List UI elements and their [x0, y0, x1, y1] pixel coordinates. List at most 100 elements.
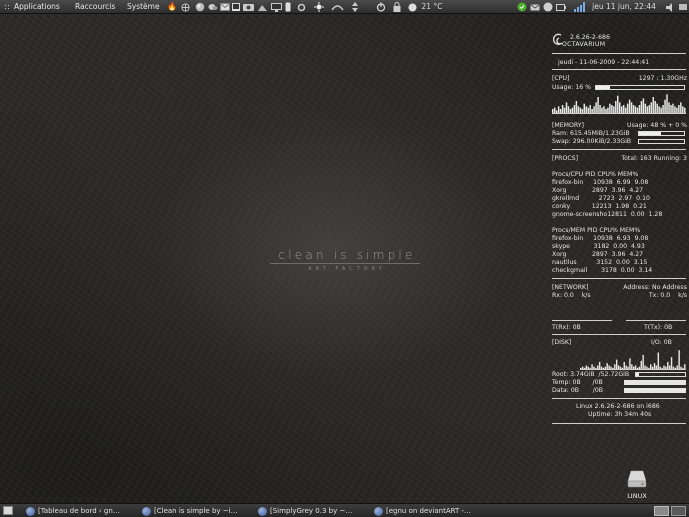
wallpaper-subtitle: ART FACTORY: [308, 266, 386, 272]
graph-bar: [634, 365, 637, 369]
procs-mem-row: nautilus 3152 0.00 3.15: [552, 259, 648, 266]
graph-bar: [632, 105, 635, 113]
power-icon[interactable]: [376, 2, 386, 12]
bottom-panel: [Tableau de bord ‹ gn… [Clean is simple …: [0, 503, 689, 517]
swap-label: Swap: 296.00KiB/2.33GiB: [552, 138, 632, 145]
wifi-arc-icon[interactable]: [330, 2, 344, 12]
mail-icon[interactable]: [220, 2, 230, 12]
panel-clock[interactable]: jeu 11 jun, 22:44: [588, 2, 660, 12]
graph-bar: [660, 107, 662, 113]
update-notifier-icon[interactable]: [516, 2, 527, 12]
mail-check-icon[interactable]: [529, 2, 540, 12]
graph-bar: [619, 366, 622, 369]
network-icon[interactable]: [678, 2, 688, 12]
camera-icon[interactable]: [242, 2, 254, 12]
workspace-1[interactable]: [654, 506, 669, 516]
desktop-icon-linux[interactable]: LINUX: [619, 470, 655, 502]
graph-bar: [670, 357, 673, 369]
graph-bar: [655, 365, 658, 369]
graph-bar: [626, 103, 629, 113]
network-total-rx: T(Rx): 0B: [552, 324, 581, 331]
graph-bar: [672, 103, 674, 113]
graph-bar: [627, 366, 629, 369]
conky-hostname: OCTAVARIUM: [562, 41, 606, 48]
volume-icon[interactable]: [666, 2, 676, 12]
graph-bar: [651, 366, 654, 369]
foot-menu-icon[interactable]: [4, 4, 9, 10]
graph-bar: [629, 358, 631, 369]
graph-bar: [595, 367, 597, 369]
task-title: [Clean is simple by ~i…: [154, 506, 238, 515]
settings-icon[interactable]: [296, 2, 306, 12]
globe-icon[interactable]: [194, 2, 206, 12]
weather-sun-icon[interactable]: [314, 2, 324, 12]
network-tools-icon[interactable]: [256, 2, 268, 12]
graph-bar: [552, 109, 554, 113]
graph-bar: [563, 107, 566, 113]
graph-bar: [668, 365, 671, 369]
graph-bar: [617, 95, 619, 113]
graph-bar: [634, 106, 637, 113]
graph-bar: [674, 106, 676, 113]
disk-temp-bar: [624, 380, 686, 385]
graph-bar: [593, 366, 595, 369]
graph-bar: [656, 103, 658, 113]
ram-label: Ram: 615.45MiB/1.23GiB: [552, 130, 630, 137]
graph-bar: [589, 105, 591, 113]
disk-data-bar: [624, 388, 686, 393]
menu-raccourcis[interactable]: Raccourcis: [75, 0, 115, 14]
graph-bar: [667, 361, 669, 369]
graph-bar: [600, 366, 603, 369]
terminal-icon[interactable]: [232, 2, 240, 12]
graph-bar: [644, 365, 646, 369]
graph-bar: [591, 364, 593, 369]
fan-icon[interactable]: [180, 2, 190, 12]
graph-bar: [573, 105, 576, 113]
signal-strength-icon[interactable]: [573, 2, 585, 12]
taskbar-item[interactable]: [Tableau de bord ‹ gn…: [24, 505, 152, 517]
flame-icon[interactable]: 🔥: [167, 2, 177, 12]
sort-arrows-icon[interactable]: [350, 2, 360, 12]
graph-bar: [589, 367, 591, 369]
workspace-2[interactable]: [671, 506, 686, 516]
monitor-icon[interactable]: [270, 2, 282, 12]
lock-icon[interactable]: [392, 2, 402, 12]
graph-bar: [557, 106, 560, 113]
taskbar-item[interactable]: [egnu on deviantART -…: [372, 505, 490, 517]
browser-icon: [374, 506, 383, 516]
menu-systeme[interactable]: Système: [127, 0, 160, 14]
conky-divider: [552, 423, 686, 424]
taskbar-item[interactable]: [SimplyGrey 0.3 by ~…: [256, 505, 370, 517]
graph-bar: [653, 363, 656, 369]
graph-bar: [577, 106, 580, 113]
battery-icon[interactable]: [555, 2, 566, 12]
graph-bar: [676, 365, 678, 369]
browser-icon: [142, 506, 151, 516]
graph-bar: [666, 94, 668, 113]
phone-icon[interactable]: [284, 2, 292, 12]
temperature-label: 21 °C: [421, 2, 443, 11]
graph-bar: [591, 109, 593, 113]
graph-bar: [610, 366, 612, 369]
graph-bar: [665, 366, 667, 369]
graph-bar: [598, 361, 601, 369]
skype-icon[interactable]: [542, 2, 553, 12]
browser-icon: [26, 506, 35, 516]
chat-icon[interactable]: [208, 2, 218, 12]
menu-applications[interactable]: Applications: [14, 0, 60, 14]
show-desktop-icon[interactable]: [3, 506, 13, 515]
procs-section-label: [PROCS]: [552, 155, 578, 162]
graph-bar: [680, 366, 682, 369]
memory-usage: Usage: 48 % + 0 %: [627, 122, 687, 129]
graph-bar: [585, 365, 588, 369]
task-title: [egnu on deviantART -…: [386, 506, 472, 515]
procs-cpu-header: Procs/CPU PID CPU% MEM%: [552, 171, 639, 178]
graph-bar: [640, 360, 642, 369]
disk-io: I/O: 0B: [651, 339, 672, 346]
browser-icon: [258, 506, 267, 516]
graph-bar: [642, 354, 644, 369]
graph-bar: [680, 102, 682, 113]
procs-mem-row: Xorg 2897 3.96 4.27: [552, 251, 644, 258]
graph-bar: [587, 366, 589, 369]
taskbar-item[interactable]: [Clean is simple by ~i…: [140, 505, 256, 517]
